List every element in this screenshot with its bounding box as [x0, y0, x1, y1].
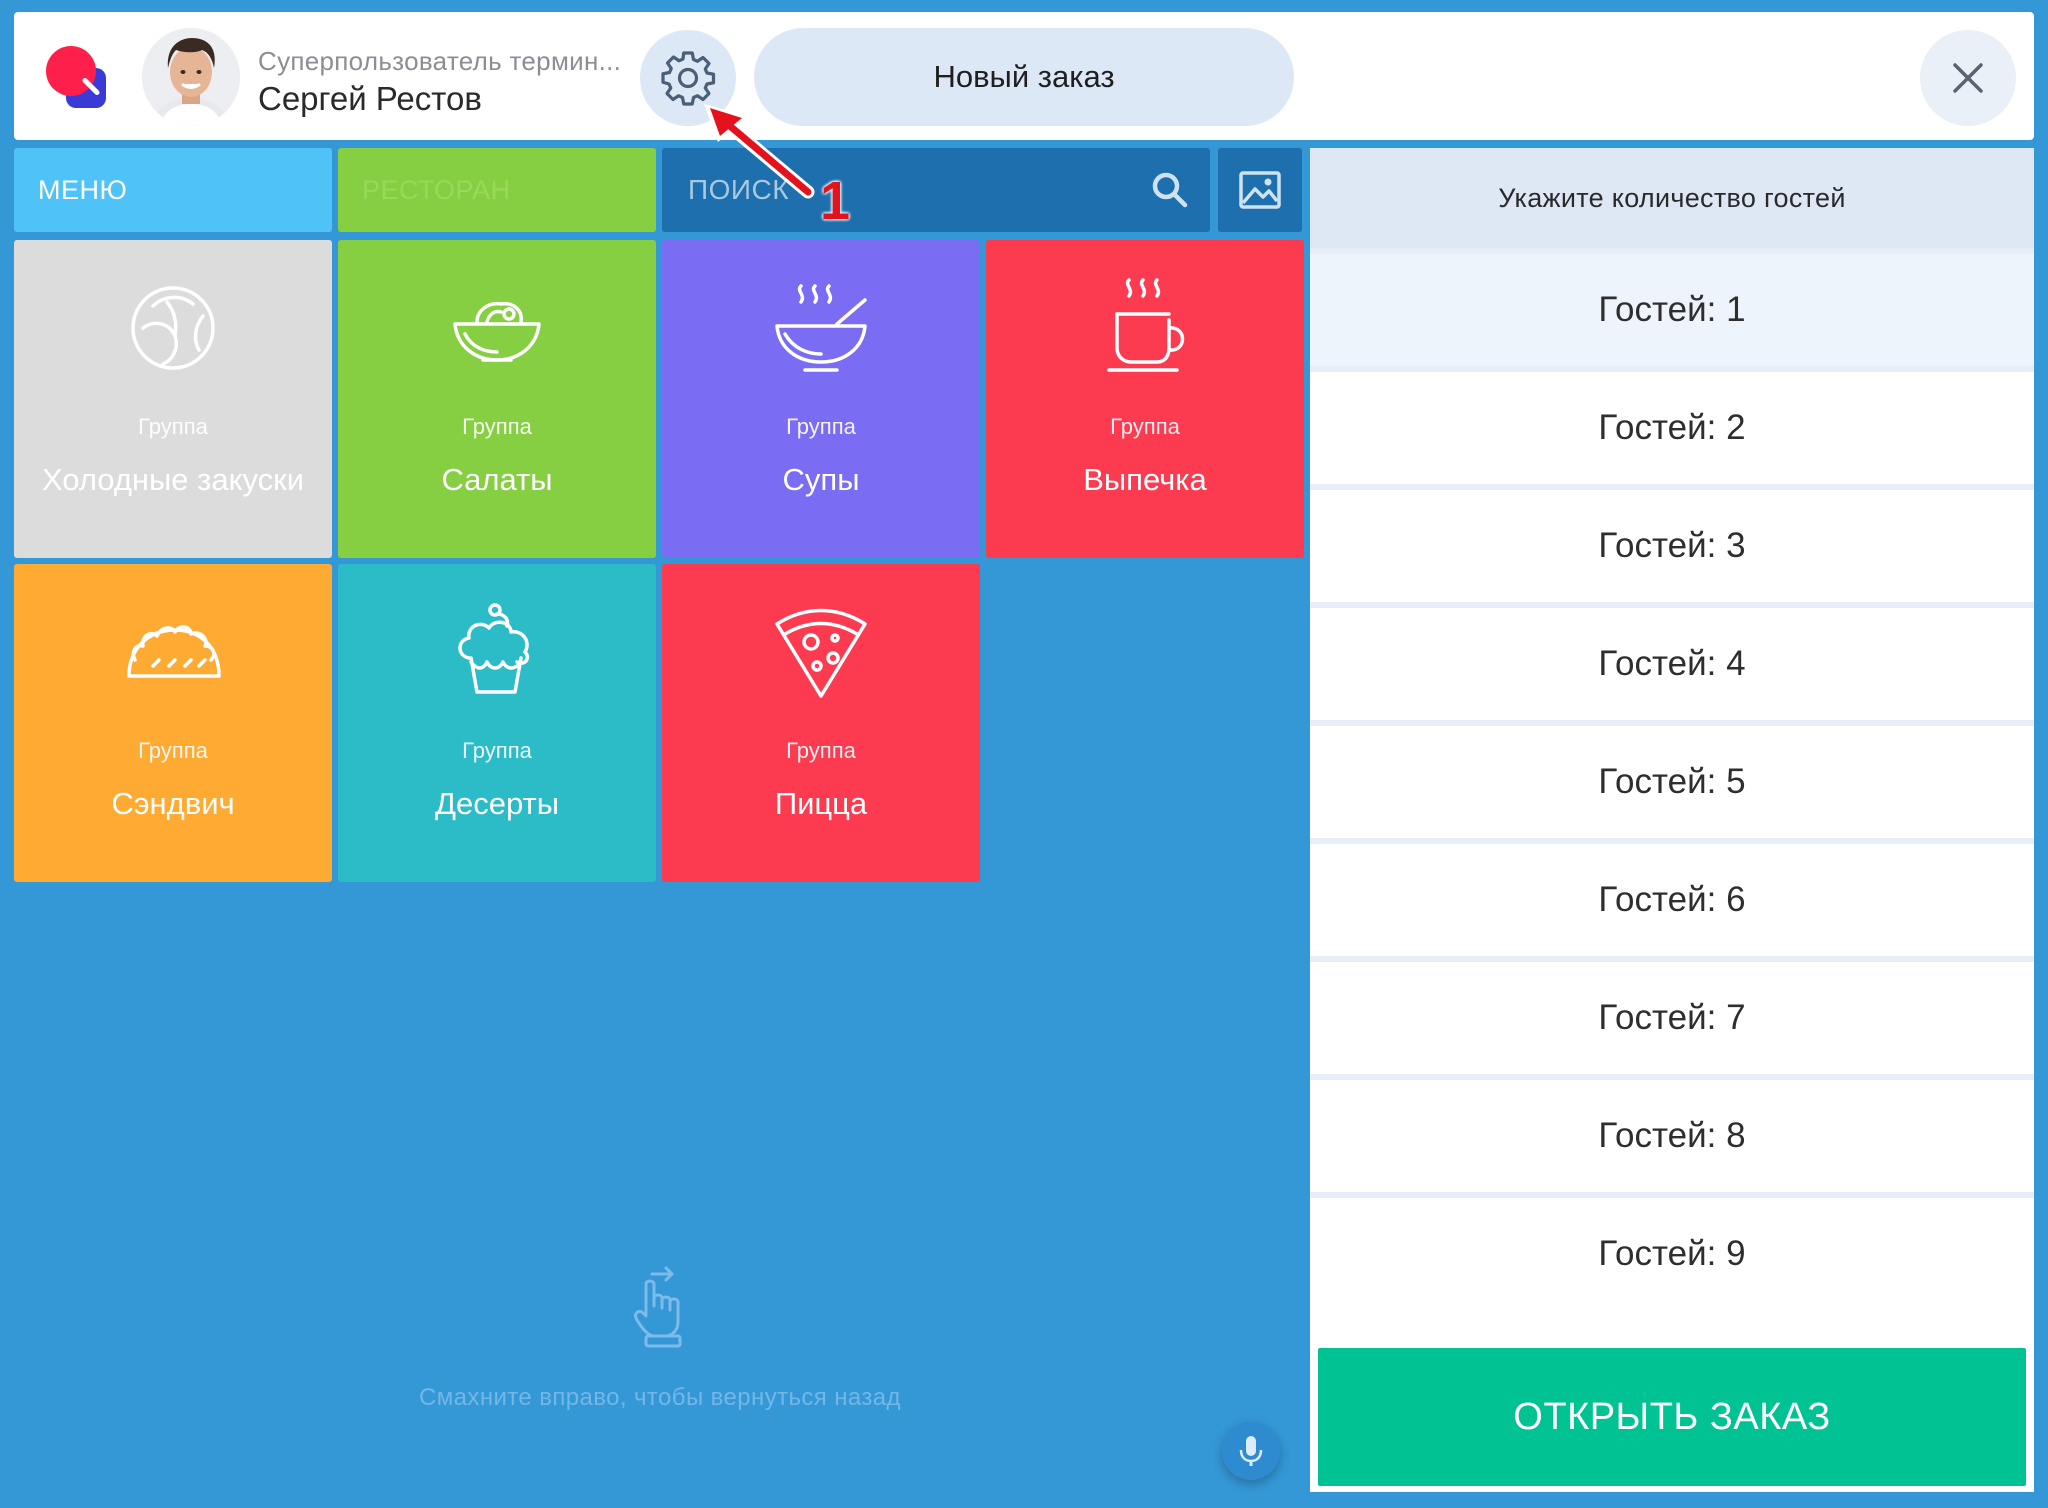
- swipe-gesture-icon: [628, 1264, 688, 1353]
- callout-number: 1: [820, 171, 851, 231]
- tile-name: Супы: [782, 462, 860, 497]
- tile-group-label: Группа: [138, 414, 208, 439]
- guest-count-option[interactable]: Гостей: 1: [1310, 248, 2034, 366]
- microphone-icon: [1239, 1436, 1263, 1466]
- tile-name: Десерты: [434, 786, 559, 821]
- hot-cup-icon: [1107, 278, 1185, 372]
- cabbage-icon: [131, 286, 215, 370]
- salad-bowl-icon: [453, 301, 541, 362]
- search-icon[interactable]: [1150, 170, 1190, 215]
- guest-count-option[interactable]: Гостей: 5: [1310, 720, 2034, 838]
- close-icon: [1953, 63, 1983, 93]
- user-role: Суперпользователь термин...: [258, 46, 622, 76]
- tile-pizza[interactable]: Группа Пицца: [662, 564, 980, 882]
- image-view-button[interactable]: [1218, 148, 1302, 232]
- tile-cold-appetizers[interactable]: Группа Холодные закуски: [14, 240, 332, 558]
- swipe-hint-text: Смахните вправо, чтобы вернуться назад: [419, 1384, 901, 1411]
- guest-count-option[interactable]: Гостей: 6: [1310, 838, 2034, 956]
- new-order-button[interactable]: Новый заказ: [754, 28, 1294, 126]
- tile-name: Выпечка: [1083, 462, 1207, 497]
- close-button[interactable]: [1920, 30, 2016, 126]
- tile-soups[interactable]: Группа Супы: [662, 240, 980, 558]
- taco-icon: [127, 625, 221, 678]
- voice-input-button[interactable]: [1222, 1422, 1280, 1480]
- tab-menu[interactable]: МЕНЮ: [14, 148, 332, 232]
- tile-group-label: Группа: [138, 738, 208, 763]
- image-icon: [1239, 171, 1281, 209]
- soup-bowl-icon: [775, 284, 867, 372]
- open-order-button[interactable]: ОТКРЫТЬ ЗАКАЗ: [1318, 1348, 2026, 1486]
- tile-bakery[interactable]: Группа Выпечка: [986, 240, 1304, 558]
- app-logo: [46, 46, 114, 114]
- tile-name: Сэндвич: [111, 786, 235, 821]
- guest-count-option[interactable]: Гостей: 7: [1310, 956, 2034, 1074]
- tile-desserts[interactable]: Группа Десерты: [338, 564, 656, 882]
- tile-name: Пицца: [774, 786, 868, 821]
- cupcake-icon: [458, 603, 530, 694]
- avatar[interactable]: [142, 28, 240, 126]
- tile-name: Холодные закуски: [41, 462, 305, 497]
- guest-count-option[interactable]: Гостей: 4: [1310, 602, 2034, 720]
- tile-group-label: Группа: [462, 738, 532, 763]
- tile-group-label: Группа: [786, 738, 856, 763]
- tile-name: Салаты: [441, 462, 553, 497]
- tile-sandwich[interactable]: Группа Сэндвич: [14, 564, 332, 882]
- guests-title: Укажите количество гостей: [1310, 148, 2034, 248]
- tile-salads[interactable]: Группа Салаты: [338, 240, 656, 558]
- guest-count-option[interactable]: Гостей: 2: [1310, 366, 2034, 484]
- pizza-slice-icon: [775, 608, 867, 698]
- tile-group-label: Группа: [462, 414, 532, 439]
- tile-group-label: Группа: [1110, 414, 1180, 439]
- user-name: Сергей Рестов: [258, 80, 482, 117]
- guest-count-option[interactable]: Гостей: 8: [1310, 1074, 2034, 1192]
- guest-count-option[interactable]: Гостей: 9: [1310, 1192, 2034, 1310]
- callout-arrow: [690, 96, 820, 211]
- tab-restaurant[interactable]: РЕСТОРАН: [338, 148, 656, 232]
- tile-group-label: Группа: [786, 414, 856, 439]
- guest-count-option[interactable]: Гостей: 3: [1310, 484, 2034, 602]
